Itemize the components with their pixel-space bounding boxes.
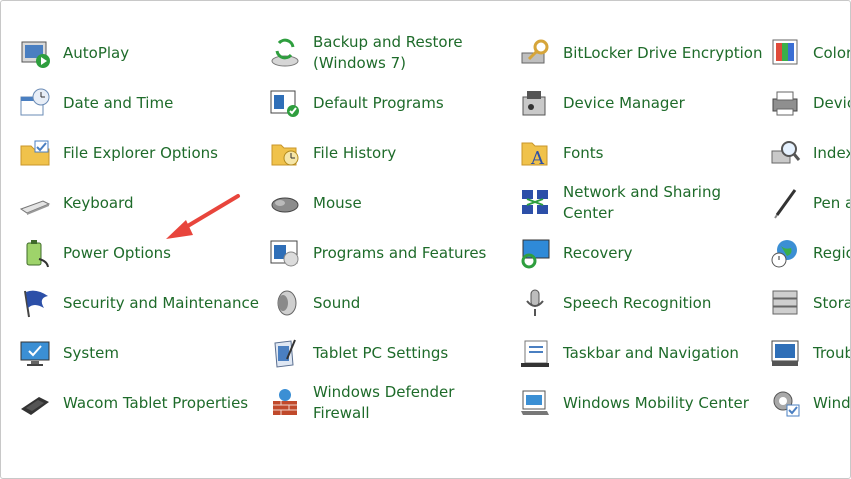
control-panel-item-label: BitLocker Drive Encryption xyxy=(563,43,763,62)
file-history-icon xyxy=(269,137,301,169)
control-panel-item-0-2[interactable]: File Explorer Options xyxy=(19,128,264,178)
device-manager-icon xyxy=(519,87,551,119)
flag-icon xyxy=(19,287,51,319)
control-panel-item-label: File Explorer Options xyxy=(63,143,218,162)
control-panel-item-0-5[interactable]: Security and Maintenance xyxy=(19,278,264,328)
recovery-icon xyxy=(519,237,551,269)
control-panel-item-0-4[interactable]: Power Options xyxy=(19,228,264,278)
svg-text:A: A xyxy=(530,148,545,169)
control-panel-item-2-2[interactable]: A Fonts xyxy=(519,128,764,178)
control-panel-item-label: Devices and Printers xyxy=(813,93,850,112)
control-panel-item-0-1[interactable]: Date and Time xyxy=(19,78,264,128)
control-panel-item-label: AutoPlay xyxy=(63,43,130,62)
autoplay-icon xyxy=(19,37,51,69)
control-panel-item-label: Region xyxy=(813,243,850,262)
control-panel-item-0-3[interactable]: Keyboard xyxy=(19,178,264,228)
control-panel-item-0-0[interactable]: AutoPlay xyxy=(19,28,264,78)
control-panel-item-label: Fonts xyxy=(563,143,604,162)
control-panel-item-label: Network and Sharing Center xyxy=(563,183,721,222)
control-panel-item-2-5[interactable]: Speech Recognition xyxy=(519,278,764,328)
control-panel-item-2-0[interactable]: BitLocker Drive Encryption xyxy=(519,28,764,78)
fonts-icon: A xyxy=(519,137,551,169)
globe-clock-icon xyxy=(769,237,801,269)
control-panel-item-label: Power Options xyxy=(63,243,171,262)
control-panel-item-label: File History xyxy=(313,143,397,162)
control-panel-item-label: Wacom Tablet Properties xyxy=(63,393,249,412)
storage-icon xyxy=(769,287,801,319)
control-panel-item-3-5[interactable]: Storage Spaces xyxy=(769,278,850,328)
troubleshoot-icon xyxy=(769,337,801,369)
control-panel-item-2-1[interactable]: Device Manager xyxy=(519,78,764,128)
control-panel-item-3-6[interactable]: Troubleshooting xyxy=(769,328,850,378)
control-panel-item-2-7[interactable]: Windows Mobility Center xyxy=(519,378,764,428)
network-icon xyxy=(519,187,551,219)
control-panel-item-0-7[interactable]: Wacom Tablet Properties xyxy=(19,378,264,428)
control-panel-item-label: Keyboard xyxy=(63,193,134,212)
speaker-icon xyxy=(269,287,301,319)
control-panel-item-3-7[interactable]: Windows Tools xyxy=(769,378,851,428)
control-panel-item-label: Programs and Features xyxy=(313,243,487,262)
monitor-check-icon xyxy=(19,337,51,369)
bitlocker-icon xyxy=(519,37,551,69)
gear-icon xyxy=(769,387,801,419)
control-panel-item-label: Backup and Restore (Windows 7) xyxy=(313,33,463,72)
control-panel-item-label: Sound xyxy=(313,293,361,312)
programs-icon xyxy=(269,237,301,269)
folder-options-icon xyxy=(19,137,51,169)
tablet-icon xyxy=(19,387,51,419)
control-panel-item-3-4[interactable]: Region xyxy=(769,228,850,278)
control-panel-item-2-3[interactable]: Network and Sharing Center xyxy=(519,178,764,228)
control-panel-item-3-1[interactable]: Devices and Printers xyxy=(769,78,850,128)
color-icon xyxy=(769,37,801,69)
control-panel-item-label: Troubleshooting xyxy=(813,343,850,362)
control-panel-item-1-3[interactable]: Mouse xyxy=(269,178,514,228)
control-panel-item-2-4[interactable]: Recovery xyxy=(519,228,764,278)
default-programs-icon xyxy=(269,87,301,119)
printer-icon xyxy=(769,87,801,119)
control-panel-item-label: Mouse xyxy=(313,193,362,212)
control-panel-item-2-6[interactable]: Taskbar and Navigation xyxy=(519,328,764,378)
control-panel-item-3-3[interactable]: Pen and Touch xyxy=(769,178,850,228)
control-panel-item-label: Date and Time xyxy=(63,93,174,112)
control-panel-item-1-1[interactable]: Default Programs xyxy=(269,78,514,128)
control-panel-item-label: Windows Mobility Center xyxy=(563,393,749,412)
control-panel-item-label: Tablet PC Settings xyxy=(313,343,449,362)
control-panel-item-label: Default Programs xyxy=(313,93,444,112)
control-panel-item-3-2[interactable]: Indexing Options xyxy=(769,128,850,178)
mobility-icon xyxy=(519,387,551,419)
control-panel-item-1-7[interactable]: Windows Defender Firewall xyxy=(269,378,514,428)
control-panel-item-0-6[interactable]: System xyxy=(19,328,264,378)
firewall-icon xyxy=(269,387,301,419)
mouse-icon xyxy=(269,187,301,219)
control-panel-item-label: Recovery xyxy=(563,243,633,262)
date-time-icon xyxy=(19,87,51,119)
control-panel-item-3-0[interactable]: Color Management xyxy=(769,28,851,78)
control-panel-item-label: System xyxy=(63,343,119,362)
control-panel-item-1-2[interactable]: File History xyxy=(269,128,514,178)
control-panel-item-1-6[interactable]: Tablet PC Settings xyxy=(269,328,514,378)
control-panel-item-label: Indexing Options xyxy=(813,143,850,162)
backup-icon xyxy=(269,37,301,69)
control-panel-item-label: Device Manager xyxy=(563,93,685,112)
control-panel-item-1-4[interactable]: Programs and Features xyxy=(269,228,514,278)
control-panel-item-label: Windows Defender Firewall xyxy=(313,383,455,422)
control-panel-item-label: Speech Recognition xyxy=(563,293,712,312)
control-panel-item-label: Storage Spaces xyxy=(813,293,850,312)
pen-icon xyxy=(769,187,801,219)
battery-icon xyxy=(19,237,51,269)
control-panel-item-label: Taskbar and Navigation xyxy=(563,343,739,362)
control-panel-items: AutoPlay Date and Time File Explorer Optio… xyxy=(0,0,851,479)
tablet-pen-icon xyxy=(269,337,301,369)
microphone-icon xyxy=(519,287,551,319)
indexing-icon xyxy=(769,137,801,169)
keyboard-icon xyxy=(19,187,51,219)
control-panel-item-label: Pen and Touch xyxy=(813,193,850,212)
control-panel-item-label: Color Management xyxy=(813,43,851,62)
control-panel-item-1-5[interactable]: Sound xyxy=(269,278,514,328)
control-panel-item-label: Security and Maintenance xyxy=(63,293,259,312)
control-panel-item-1-0[interactable]: Backup and Restore (Windows 7) xyxy=(269,28,514,78)
taskbar-icon xyxy=(519,337,551,369)
control-panel-item-label: Windows Tools xyxy=(813,393,851,412)
